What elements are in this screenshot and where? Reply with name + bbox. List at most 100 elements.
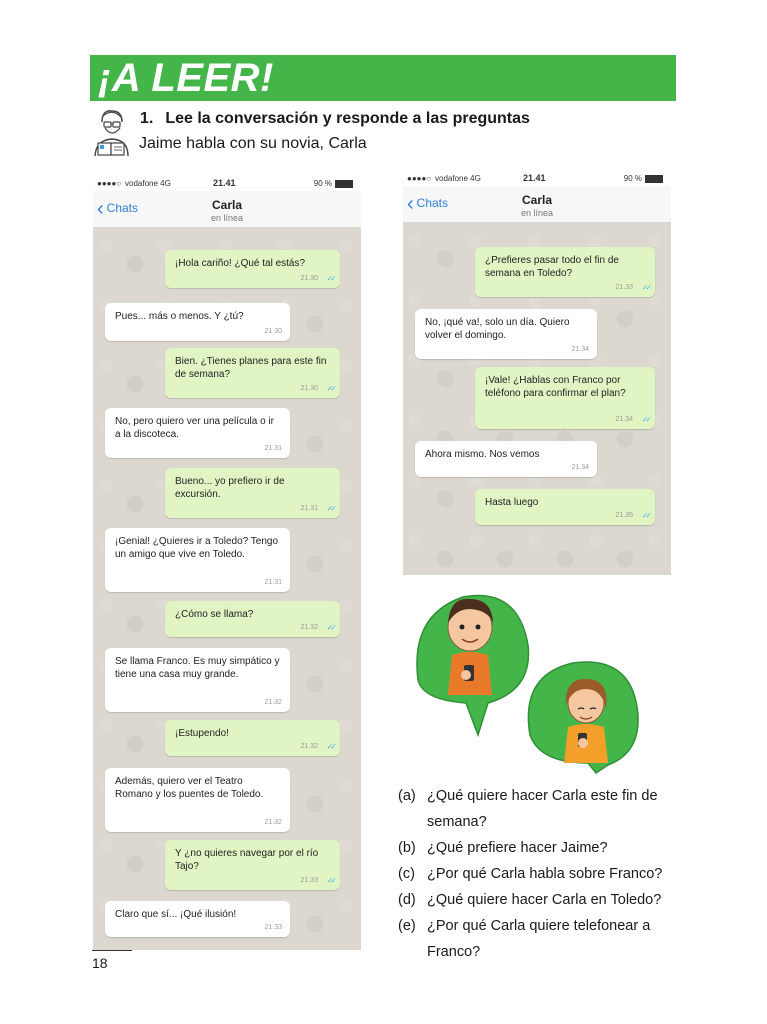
battery: 90 % xyxy=(624,174,663,183)
characters-illustration xyxy=(416,594,639,775)
message-text: ¡Vale! ¿Hablas con Franco por teléfono p… xyxy=(485,375,626,399)
outgoing-message: ¿Cómo se llama? 21.32 ✓✓ xyxy=(165,601,340,637)
outgoing-message: ¡Estupendo! 21.32 ✓✓ xyxy=(165,720,340,756)
message-text: ¡Hola cariño! ¿Qué tal estás? xyxy=(175,258,306,269)
reader-icon xyxy=(94,110,129,157)
carrier: vodafone 4G xyxy=(435,174,481,183)
contact-status: en línea xyxy=(520,208,554,218)
incoming-message: Además, quiero ver el Teatro Romano y lo… xyxy=(105,768,290,832)
read-ticks-icon: ✓✓ xyxy=(326,274,338,283)
question-text: ¿Por qué Carla quiere telefonear a Franc… xyxy=(427,918,651,960)
question-label: (a) xyxy=(398,788,416,804)
read-ticks-icon: ✓✓ xyxy=(641,283,653,292)
message-text: ¡Estupendo! xyxy=(175,728,229,739)
contact-name: Carla xyxy=(211,198,243,212)
chat-screenshot-1: ●●●●○ vodafone 4G 21.41 90 % ‹ Chats Carl… xyxy=(93,175,361,950)
outgoing-message: Hasta luego 21.35 ✓✓ xyxy=(475,489,655,525)
read-ticks-icon: ✓✓ xyxy=(326,742,338,751)
battery-icon xyxy=(645,174,663,183)
message-text: Ahora mismo. Nos vemos xyxy=(425,449,540,460)
question-text: ¿Qué quiere hacer Carla este fin de sema… xyxy=(427,788,658,830)
question-item: (a) ¿Qué quiere hacer Carla este fin de s… xyxy=(398,783,688,835)
contact-status: en línea xyxy=(210,213,244,223)
message-time: 21.32 xyxy=(264,819,282,826)
message-text: Pues... más o menos. Y ¿tú? xyxy=(115,311,244,322)
message-text: Bueno... yo prefiero ir de excursión. xyxy=(175,476,285,500)
message-time: 21.31 xyxy=(300,505,318,512)
carla-figure xyxy=(527,661,639,775)
question-label: (c) xyxy=(398,866,415,882)
message-time: 21.34 xyxy=(615,416,633,423)
battery-icon xyxy=(335,179,353,188)
question-item: (d) ¿Qué quiere hacer Carla en Toledo? xyxy=(398,887,688,913)
message-time: 21.34 xyxy=(571,346,589,353)
read-ticks-icon: ✓✓ xyxy=(641,415,653,424)
incoming-message: Ahora mismo. Nos vemos 21.34 xyxy=(415,441,597,477)
carrier: vodafone 4G xyxy=(125,179,171,188)
outgoing-message: ¿Prefieres pasar todo el fin de semana e… xyxy=(475,247,655,297)
message-time: 21.32 xyxy=(300,743,318,750)
chat-area: ¡Hola cariño! ¿Qué tal estás? 21.30 ✓✓ Pues… xyxy=(93,228,361,950)
message-text: ¡Genial! ¿Quieres ir a Toledo? Tengo un … xyxy=(115,536,279,560)
exercise-instruction: 1. Lee la conversación y responde a las p… xyxy=(140,110,530,128)
question-text: ¿Qué quiere hacer Carla en Toledo? xyxy=(427,892,662,908)
page-number: 18 xyxy=(92,955,108,971)
outgoing-message: ¡Hola cariño! ¿Qué tal estás? 21.30 ✓✓ xyxy=(165,250,340,288)
message-text: Además, quiero ver el Teatro Romano y lo… xyxy=(115,776,264,800)
message-text: ¿Cómo se llama? xyxy=(175,609,254,620)
outgoing-message: Y ¿no quieres navegar por el río Tajo? 21… xyxy=(165,840,340,890)
message-text: Se llama Franco. Es muy simpático y tien… xyxy=(115,656,280,680)
message-text: No, pero quiero ver una película o ir a … xyxy=(115,416,274,440)
message-text: Bien. ¿Tienes planes para este fin de se… xyxy=(175,356,327,380)
contact-name: Carla xyxy=(521,193,553,207)
incoming-message: No, ¡qué va!, solo un día. Quiero volver… xyxy=(415,309,597,359)
read-ticks-icon: ✓✓ xyxy=(641,511,653,520)
question-text: ¿Qué prefiere hacer Jaime? xyxy=(427,840,608,856)
question-label: (b) xyxy=(398,840,416,856)
battery-level: 90 % xyxy=(623,174,642,183)
signal-dots: ●●●●○ xyxy=(97,179,122,188)
battery-level: 90 % xyxy=(313,179,332,188)
message-time: 21.30 xyxy=(264,328,282,335)
outgoing-message: Bueno... yo prefiero ir de excursión. 21.… xyxy=(165,468,340,518)
signal-dots: ●●●●○ xyxy=(407,174,432,183)
question-label: (d) xyxy=(398,892,416,908)
message-text: Hasta luego xyxy=(485,497,539,508)
message-time: 21.33 xyxy=(264,924,282,931)
message-time: 21.31 xyxy=(264,445,282,452)
message-time: 21.34 xyxy=(571,464,589,471)
question-text: ¿Por qué Carla habla sobre Franco? xyxy=(427,866,663,882)
read-ticks-icon: ✓✓ xyxy=(326,876,338,885)
status-bar: ●●●●○ vodafone 4G 21.41 90 % xyxy=(93,175,361,191)
message-text: Y ¿no quieres navegar por el río Tajo? xyxy=(175,848,319,872)
incoming-message: ¡Genial! ¿Quieres ir a Toledo? Tengo un … xyxy=(105,528,290,592)
message-time: 21.30 xyxy=(300,385,318,392)
message-time: 21.32 xyxy=(264,699,282,706)
incoming-message: Claro que sí... ¡Qué ilusión! 21.33 xyxy=(105,901,290,937)
incoming-message: No, pero quiero ver una película o ir a … xyxy=(105,408,290,458)
chat-area: ¿Prefieres pasar todo el fin de semana e… xyxy=(403,223,671,575)
outgoing-message: Bien. ¿Tienes planes para este fin de se… xyxy=(165,348,340,398)
status-time: 21.41 xyxy=(523,173,546,183)
read-ticks-icon: ✓✓ xyxy=(326,384,338,393)
read-ticks-icon: ✓✓ xyxy=(326,504,338,513)
jaime-figure xyxy=(416,594,530,738)
questions-list: (a) ¿Qué quiere hacer Carla este fin de s… xyxy=(398,783,688,965)
section-banner: ¡A LEER! xyxy=(90,55,676,101)
message-text: ¿Prefieres pasar todo el fin de semana e… xyxy=(485,255,619,279)
chat-screenshot-2: ●●●●○ vodafone 4G 21.41 90 % ‹ Chats Carl… xyxy=(403,170,671,575)
question-item: (b) ¿Qué prefiere hacer Jaime? xyxy=(398,835,688,861)
chat-header: ‹ Chats Carla en línea xyxy=(403,186,671,223)
question-item: (c) ¿Por qué Carla habla sobre Franco? xyxy=(398,861,688,887)
status-bar: ●●●●○ vodafone 4G 21.41 90 % xyxy=(403,170,671,186)
outgoing-message: ¡Vale! ¿Hablas con Franco por teléfono p… xyxy=(475,367,655,429)
message-time: 21.30 xyxy=(300,275,318,282)
message-time: 21.33 xyxy=(615,284,633,291)
exercise-subtitle: Jaime habla con su novia, Carla xyxy=(139,135,367,152)
incoming-message: Pues... más o menos. Y ¿tú? 21.30 xyxy=(105,303,290,341)
page-divider xyxy=(92,950,132,951)
battery: 90 % xyxy=(314,179,353,188)
status-time: 21.41 xyxy=(213,178,236,188)
exercise-number: 1. xyxy=(140,110,154,127)
section-title: ¡A LEER! xyxy=(98,56,274,100)
